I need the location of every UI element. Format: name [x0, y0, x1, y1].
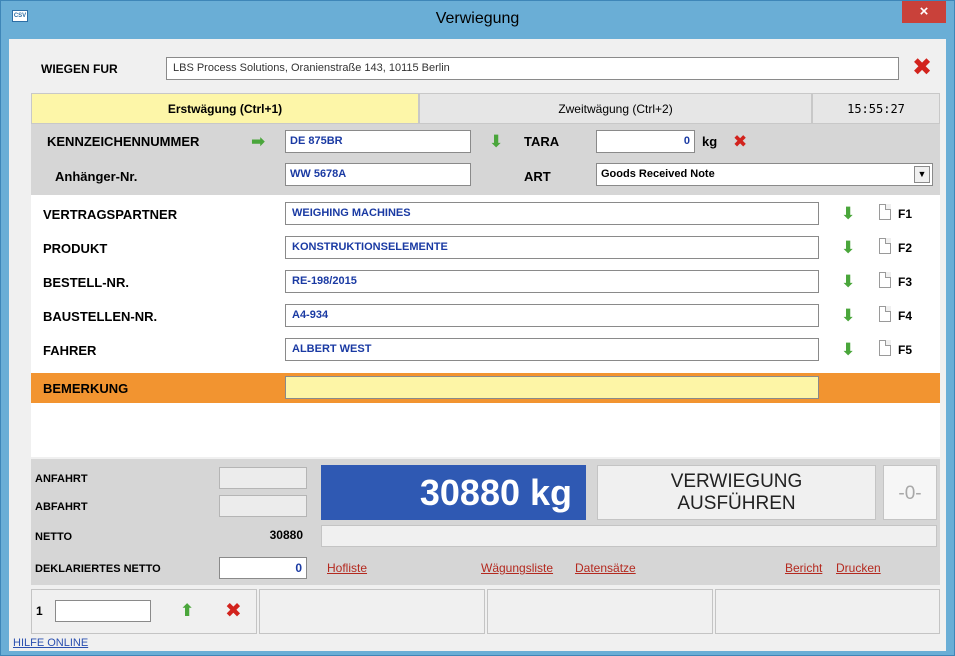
- status-bar: [321, 525, 937, 547]
- footer-number: 1: [36, 604, 43, 618]
- fkey-label: F2: [898, 241, 913, 255]
- execute-label-line1: VERWIEGUNG: [670, 471, 803, 492]
- title-bar: CSV Verwiegung ×: [1, 1, 954, 37]
- vertragspartner-label: VERTRAGSPARTNER: [43, 207, 178, 222]
- arrow-down-icon[interactable]: ⬇: [841, 238, 855, 258]
- footer-cell-4: [715, 589, 940, 634]
- baustellen-nr-input[interactable]: A4-934: [285, 304, 819, 327]
- tara-unit: kg: [702, 134, 718, 149]
- bericht-link[interactable]: Bericht: [785, 561, 822, 575]
- document-icon[interactable]: [879, 306, 891, 322]
- drucken-link[interactable]: Drucken: [836, 561, 881, 575]
- client-area: WIEGEN FUR LBS Process Solutions, Oranie…: [9, 39, 946, 651]
- netto-value: 30880: [269, 528, 303, 542]
- deklariertes-netto-input[interactable]: 0: [219, 557, 307, 579]
- chevron-down-icon[interactable]: ▼: [914, 166, 930, 183]
- arrow-down-icon[interactable]: ⬇: [841, 306, 855, 326]
- document-icon[interactable]: [879, 340, 891, 356]
- footer-cell-1: 1 ⬆ ✖: [31, 589, 257, 634]
- arrow-down-icon[interactable]: ⬇: [841, 272, 855, 292]
- baustellen-nr-label: BAUSTELLEN-NR.: [43, 309, 158, 324]
- clock: 15:55:27: [812, 93, 940, 124]
- waegungsliste-link[interactable]: Wägungsliste: [481, 561, 553, 575]
- execute-label-line2: AUSFÜHREN: [677, 493, 796, 514]
- art-selected-value: Goods Received Note: [601, 168, 715, 180]
- field-row-bestell-nr: BESTELL-NR. RE-198/2015 ⬇ F3: [31, 267, 940, 297]
- fkey-label: F4: [898, 309, 913, 323]
- kennzeichen-label: KENNZEICHENNUMMER: [47, 134, 200, 149]
- details-form: VERTRAGSPARTNER WEIGHING MACHINES ⬇ F1 P…: [31, 195, 940, 457]
- vehicle-block: KENNZEICHENNUMMER ➡ DE 875BR ⬇ TARA 0 kg…: [31, 124, 940, 195]
- hofliste-link[interactable]: Hofliste: [327, 561, 367, 575]
- wiegen-fuer-label: WIEGEN FUR: [41, 62, 118, 76]
- footer-cell-3: [487, 589, 713, 634]
- anhaenger-input[interactable]: WW 5678A: [285, 163, 471, 186]
- deklariertes-netto-label: DEKLARIERTES NETTO: [35, 563, 161, 575]
- tab-erstwaegung[interactable]: Erstwägung (Ctrl+1): [31, 93, 419, 124]
- field-row-produkt: PRODUKT KONSTRUKTIONSELEMENTE ⬇ F2: [31, 233, 940, 263]
- footer-input[interactable]: [55, 600, 151, 622]
- clear-wiegen-icon[interactable]: ✖: [911, 56, 933, 80]
- footer-cell-2: [259, 589, 485, 634]
- anfahrt-label: ANFAHRT: [35, 473, 88, 485]
- tab-zweitwaegung[interactable]: Zweitwägung (Ctrl+2): [419, 93, 812, 124]
- window-close-button[interactable]: ×: [902, 1, 946, 23]
- counter-display: -0-: [883, 465, 937, 520]
- anfahrt-field: [219, 467, 307, 489]
- datensaetze-link[interactable]: Datensätze: [575, 561, 636, 575]
- bemerkung-label: BEMERKUNG: [43, 381, 129, 396]
- arrow-right-icon[interactable]: ➡: [251, 133, 265, 150]
- fkey-label: F3: [898, 275, 913, 289]
- art-select[interactable]: Goods Received Note ▼: [596, 163, 933, 186]
- fahrer-input[interactable]: ALBERT WEST: [285, 338, 819, 361]
- kennzeichen-input[interactable]: DE 875BR: [285, 130, 471, 153]
- field-row-fahrer: FAHRER ALBERT WEST ⬇ F5: [31, 335, 940, 365]
- hilfe-online-link[interactable]: HILFE ONLINE: [13, 637, 88, 649]
- produkt-label: PRODUKT: [43, 241, 108, 256]
- weight-display: 30880 kg: [321, 465, 586, 520]
- document-icon[interactable]: [879, 238, 891, 254]
- verwiegung-ausfuehren-button[interactable]: VERWIEGUNG AUSFÜHREN: [597, 465, 876, 520]
- arrow-up-icon[interactable]: ⬆: [180, 601, 194, 621]
- art-label: ART: [524, 169, 551, 184]
- wiegen-fuer-input[interactable]: LBS Process Solutions, Oranienstraße 143…: [166, 57, 899, 80]
- bemerkung-input[interactable]: [285, 376, 819, 399]
- wiegen-fuer-row: WIEGEN FUR LBS Process Solutions, Oranie…: [9, 39, 946, 91]
- document-icon[interactable]: [879, 204, 891, 220]
- vertragspartner-input[interactable]: WEIGHING MACHINES: [285, 202, 819, 225]
- bestell-nr-label: BESTELL-NR.: [43, 275, 129, 290]
- arrow-down-icon[interactable]: ⬇: [841, 204, 855, 224]
- tab-bar: Erstwägung (Ctrl+1) Zweitwägung (Ctrl+2)…: [31, 93, 940, 124]
- arrow-down-icon[interactable]: ⬇: [489, 133, 503, 150]
- produkt-input[interactable]: KONSTRUKTIONSELEMENTE: [285, 236, 819, 259]
- document-icon[interactable]: [879, 272, 891, 288]
- tara-label: TARA: [524, 134, 560, 149]
- window: CSV Verwiegung × WIEGEN FUR LBS Process …: [0, 0, 955, 656]
- bemerkung-row: BEMERKUNG: [31, 373, 940, 403]
- field-row-baustellen-nr: BAUSTELLEN-NR. A4-934 ⬇ F4: [31, 301, 940, 331]
- fahrer-label: FAHRER: [43, 343, 97, 358]
- field-row-vertragspartner: VERTRAGSPARTNER WEIGHING MACHINES ⬇ F1: [31, 199, 940, 229]
- fkey-label: F1: [898, 207, 913, 221]
- bestell-nr-input[interactable]: RE-198/2015: [285, 270, 819, 293]
- fkey-label: F5: [898, 343, 913, 357]
- tara-input[interactable]: 0: [596, 130, 695, 153]
- window-title: Verwiegung: [435, 10, 520, 27]
- netto-label: NETTO: [35, 531, 73, 543]
- clear-tara-icon[interactable]: ✖: [733, 132, 747, 152]
- weighing-panel: ANFAHRT ABFAHRT NETTO 30880 DEKLARIERTES…: [31, 459, 940, 585]
- anhaenger-label: Anhänger-Nr.: [55, 169, 138, 184]
- abfahrt-label: ABFAHRT: [35, 501, 88, 513]
- delete-icon[interactable]: ✖: [225, 598, 242, 623]
- arrow-down-icon[interactable]: ⬇: [841, 340, 855, 360]
- abfahrt-field: [219, 495, 307, 517]
- footer: 1 ⬆ ✖: [31, 589, 940, 634]
